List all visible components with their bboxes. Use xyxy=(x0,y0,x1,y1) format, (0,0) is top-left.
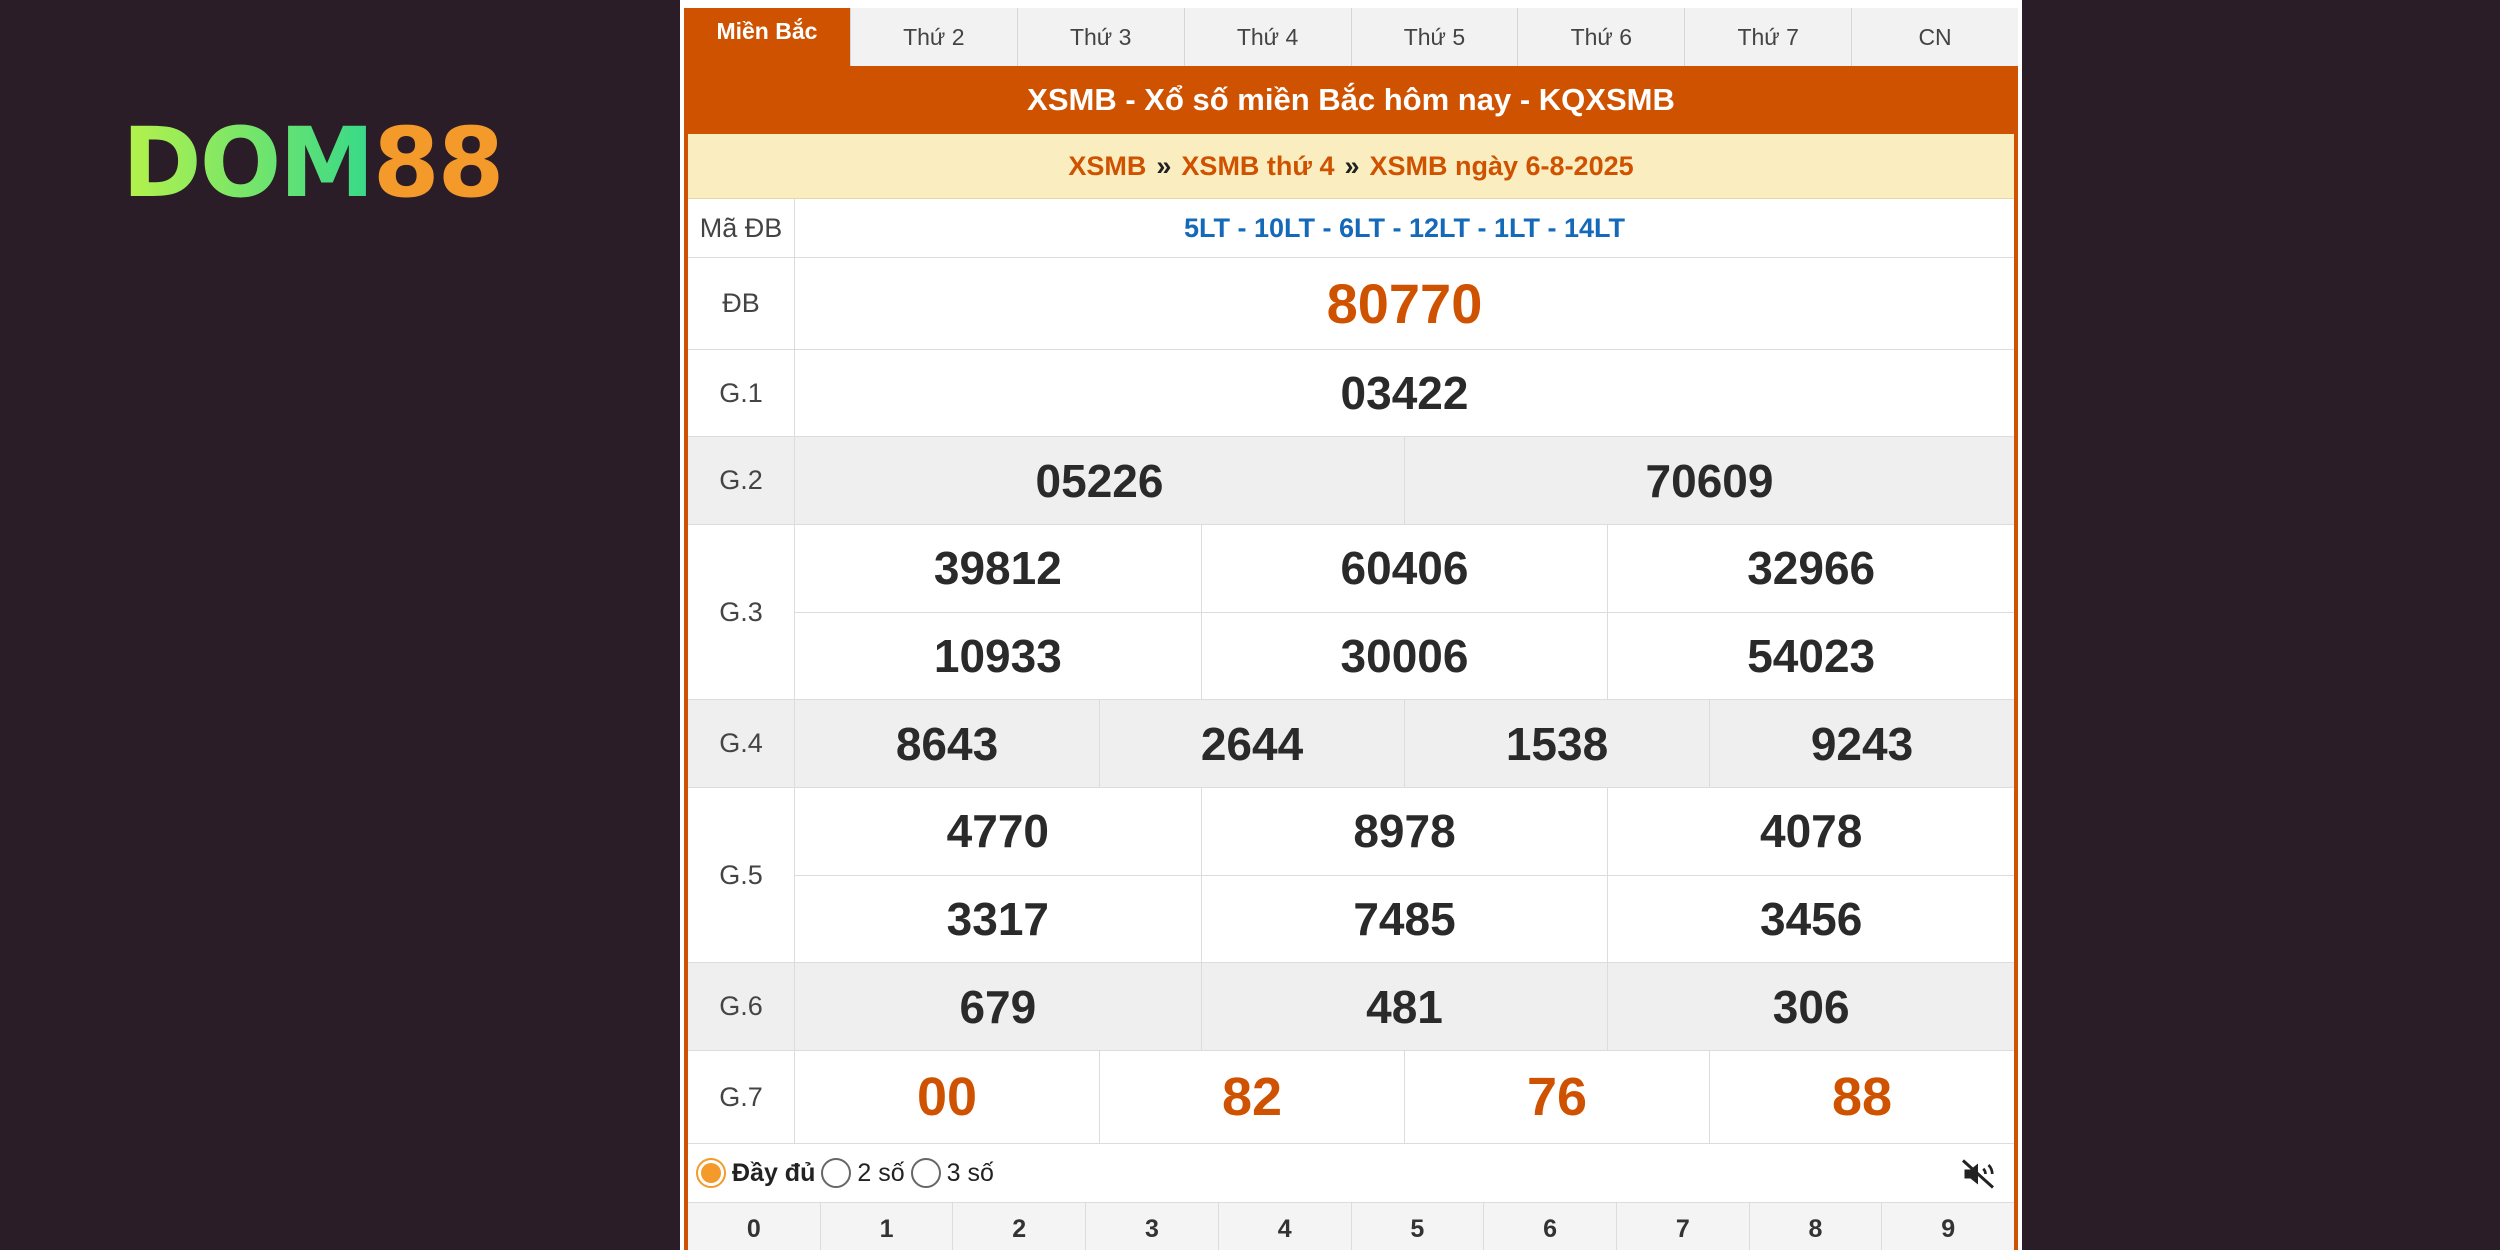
tab-thu-5[interactable]: Thứ 5 xyxy=(1351,8,1519,66)
prize-g5: 7485 xyxy=(1202,875,1609,962)
prize-g3: 60406 xyxy=(1202,525,1609,612)
prize-g4: 9243 xyxy=(1810,717,1914,770)
breadcrumb-xsmb-thu-4[interactable]: XSMB thứ 4 xyxy=(1181,151,1334,182)
label-g1: G.1 xyxy=(688,350,795,436)
digit-2[interactable]: 2 xyxy=(953,1203,1087,1250)
radio-3-digits[interactable] xyxy=(910,1158,941,1188)
prize-g3: 32966 xyxy=(1747,542,1876,595)
digit-6[interactable]: 6 xyxy=(1484,1203,1617,1250)
option-2-digits[interactable]: 2 số xyxy=(821,1158,905,1188)
tab-thu-3[interactable]: Thứ 3 xyxy=(1017,8,1185,66)
prize-g4: 2644 xyxy=(1100,700,1405,787)
digit-4[interactable]: 4 xyxy=(1219,1203,1352,1250)
prize-g5: 4770 xyxy=(795,788,1202,875)
prize-g1: 03422 xyxy=(1340,367,1469,419)
prize-g5: 8978 xyxy=(1202,788,1609,875)
prize-g2: 05226 xyxy=(795,437,1405,524)
row-g6: G.6 679 481 306 xyxy=(688,963,2014,1051)
breadcrumb-xsmb[interactable]: XSMB xyxy=(1068,151,1146,182)
prize-g5: 4078 xyxy=(1760,805,1863,858)
radio-2-digits[interactable] xyxy=(821,1158,852,1188)
display-options: Đầy đủ 2 số 3 số xyxy=(688,1144,2014,1202)
row-g2: G.2 05226 70609 xyxy=(688,437,2014,525)
prize-g7: 88 xyxy=(1831,1067,1893,1127)
speaker-muted-icon[interactable] xyxy=(1960,1156,1996,1192)
logo-text-dom: DOM xyxy=(122,107,375,219)
logo-text-88: 88 xyxy=(372,107,505,219)
digit-7[interactable]: 7 xyxy=(1617,1203,1750,1250)
label-g5: G.5 xyxy=(688,788,795,962)
option-full-label: Đầy đủ xyxy=(732,1158,816,1187)
label-g3: G.3 xyxy=(688,525,795,699)
results-frame: XSMB - Xổ số miền Bắc hôm nay - KQXSMB X… xyxy=(684,66,2018,1250)
tab-mien-bac[interactable]: Miền Bắc xyxy=(684,8,851,66)
region-day-tabs: Miền Bắc Thứ 2 Thứ 3 Thứ 4 Thứ 5 Thứ 6 T… xyxy=(684,8,2018,67)
prize-g6: 679 xyxy=(795,963,1202,1050)
tab-thu-4[interactable]: Thứ 4 xyxy=(1184,8,1352,66)
breadcrumb-separator: » xyxy=(1344,150,1360,181)
label-ma-db: Mã ĐB xyxy=(688,199,795,257)
option-full[interactable]: Đầy đủ xyxy=(696,1158,815,1188)
radio-full[interactable] xyxy=(696,1158,726,1188)
prize-g6: 481 xyxy=(1202,963,1609,1050)
row-db: ĐB 80770 xyxy=(688,258,2014,350)
results-title: XSMB - Xổ số miền Bắc hôm nay - KQXSMB xyxy=(688,66,2014,134)
option-3-digits[interactable]: 3 số xyxy=(910,1158,994,1188)
tab-cn[interactable]: CN xyxy=(1852,8,2018,66)
row-g4: G.4 8643 2644 1538 9243 xyxy=(688,700,2014,788)
ma-db-value: 5LT - 10LT - 6LT - 12LT - 1LT - 14LT xyxy=(1183,212,1625,243)
prize-g6: 306 xyxy=(1772,980,1850,1033)
prize-g5: 3317 xyxy=(795,875,1202,962)
row-g1: G.1 03422 xyxy=(688,350,2014,437)
prize-g2: 70609 xyxy=(1645,454,1774,507)
prize-g3: 54023 xyxy=(1747,629,1876,682)
digit-8[interactable]: 8 xyxy=(1750,1203,1883,1250)
label-g4: G.4 xyxy=(688,700,795,787)
dom88-logo: DOM 88 xyxy=(122,107,505,219)
prize-g4: 1538 xyxy=(1405,700,1710,787)
row-g7: G.7 00 82 76 88 xyxy=(688,1051,2014,1144)
prize-g7: 82 xyxy=(1100,1051,1405,1143)
digit-5[interactable]: 5 xyxy=(1352,1203,1485,1250)
row-g3: G.3 39812 60406 32966 10933 30006 54023 xyxy=(688,525,2014,700)
option-3-digits-label: 3 số xyxy=(946,1158,994,1187)
tab-thu-6[interactable]: Thứ 6 xyxy=(1518,8,1686,66)
label-g7: G.7 xyxy=(688,1051,795,1143)
row-ma-db: Mã ĐB 5LT - 10LT - 6LT - 12LT - 1LT - 14… xyxy=(688,199,2014,258)
breadcrumb: XSMB » XSMB thứ 4 » XSMB ngày 6-8-2025 xyxy=(688,134,2014,199)
label-db: ĐB xyxy=(688,258,795,349)
tab-thu-2[interactable]: Thứ 2 xyxy=(850,8,1018,66)
digit-0[interactable]: 0 xyxy=(688,1203,821,1250)
prize-g3: 30006 xyxy=(1202,612,1609,699)
prize-g4: 8643 xyxy=(795,700,1100,787)
label-g2: G.2 xyxy=(688,437,795,524)
option-2-digits-label: 2 số xyxy=(857,1158,905,1187)
prize-g5: 3456 xyxy=(1760,892,1863,945)
breadcrumb-xsmb-date[interactable]: XSMB ngày 6-8-2025 xyxy=(1370,151,1634,182)
prize-g7: 76 xyxy=(1405,1051,1710,1143)
label-g6: G.6 xyxy=(688,963,795,1050)
row-g5: G.5 4770 8978 4078 3317 7485 3456 xyxy=(688,788,2014,963)
breadcrumb-separator: » xyxy=(1156,150,1172,181)
tab-thu-7[interactable]: Thứ 7 xyxy=(1685,8,1853,66)
prize-db: 80770 xyxy=(1326,272,1483,335)
digit-3[interactable]: 3 xyxy=(1086,1203,1219,1250)
digit-1[interactable]: 1 xyxy=(821,1203,954,1250)
lottery-panel: Miền Bắc Thứ 2 Thứ 3 Thứ 4 Thứ 5 Thứ 6 T… xyxy=(680,0,2022,1250)
digit-filter: 0 1 2 3 4 5 6 7 8 9 xyxy=(688,1202,2014,1250)
prize-g3: 39812 xyxy=(795,525,1202,612)
prize-g3: 10933 xyxy=(795,612,1202,699)
digit-9[interactable]: 9 xyxy=(1882,1203,2014,1250)
prize-g7: 00 xyxy=(795,1051,1100,1143)
